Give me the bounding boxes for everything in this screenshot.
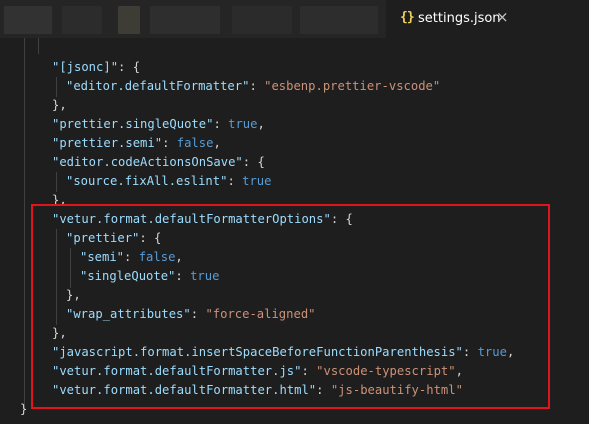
json-bool-value: false xyxy=(176,136,214,150)
code-line: }, xyxy=(52,98,67,112)
json-key: "[jsonc]" xyxy=(52,60,119,74)
json-file-icon: {} xyxy=(400,10,415,25)
json-key: "editor.defaultFormatter" xyxy=(66,79,250,93)
highlight-annotation-box xyxy=(31,204,550,409)
blurred-tab[interactable] xyxy=(62,6,102,34)
code-line: "[jsonc]": { xyxy=(52,60,141,74)
blurred-tab[interactable] xyxy=(4,6,52,34)
tab-settings-json[interactable]: {} settings.json × xyxy=(386,0,589,38)
json-string-value: "esbenp.prettier-vscode" xyxy=(264,79,441,93)
blurred-tab[interactable] xyxy=(118,6,140,34)
json-bool-value: true xyxy=(242,174,272,188)
json-key: "prettier.singleQuote" xyxy=(52,117,214,131)
code-line: "editor.defaultFormatter": "esbenp.prett… xyxy=(66,79,441,93)
tab-title: settings.json xyxy=(418,11,501,26)
indent-guide xyxy=(56,77,57,97)
close-icon[interactable]: × xyxy=(496,8,509,26)
json-key: "editor.codeActionsOnSave" xyxy=(52,155,243,169)
editor-tab-bar: {} settings.json × xyxy=(0,0,589,38)
code-editor[interactable]: "[jsonc]": { "editor.defaultFormatter": … xyxy=(0,38,589,424)
code-line: } xyxy=(20,402,28,416)
code-line: "prettier.singleQuote": true, xyxy=(52,117,265,131)
indent-guide xyxy=(24,38,25,410)
indent-guide xyxy=(38,38,39,54)
code-line: "prettier.semi": false, xyxy=(52,136,221,150)
code-line: "source.fixAll.eslint": true xyxy=(66,174,272,188)
code-line: "editor.codeActionsOnSave": { xyxy=(52,155,265,169)
blurred-tab[interactable] xyxy=(150,6,220,34)
json-key: "prettier.semi" xyxy=(52,136,163,150)
indent-guide xyxy=(56,172,57,192)
json-bool-value: true xyxy=(228,117,258,131)
blurred-tab[interactable] xyxy=(300,6,378,34)
blurred-tab[interactable] xyxy=(232,6,292,34)
json-key: "source.fixAll.eslint" xyxy=(66,174,228,188)
